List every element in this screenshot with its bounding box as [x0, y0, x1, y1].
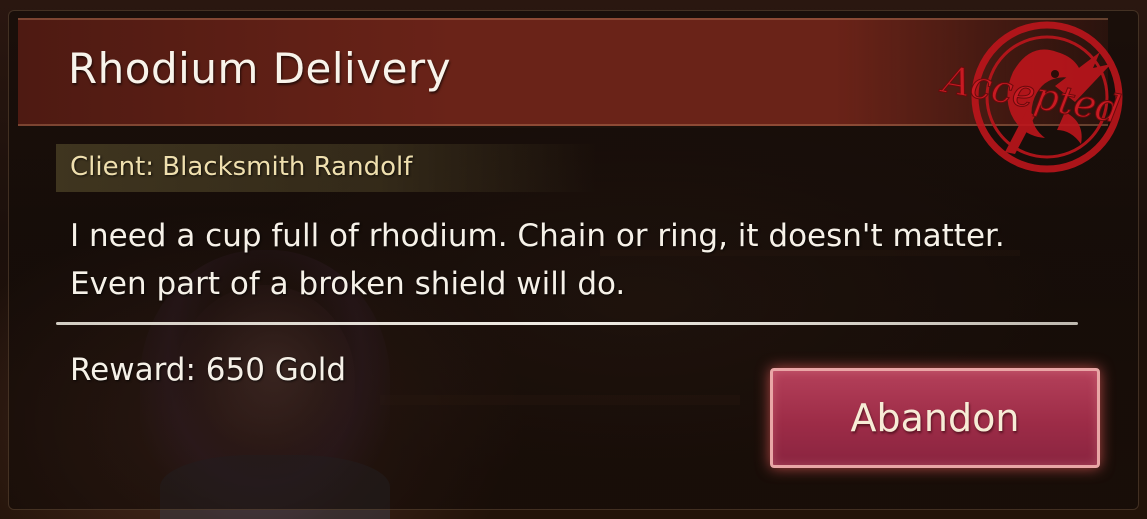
quest-title: Rhodium Delivery [68, 44, 452, 93]
abandon-button[interactable]: Abandon [770, 368, 1100, 468]
divider [56, 322, 1078, 325]
quest-description: I need a cup full of rhodium. Chain or r… [70, 218, 1005, 302]
quest-screen: Rhodium Delivery Client: Blacksmith Rand… [0, 0, 1147, 519]
abandon-button-label: Abandon [850, 396, 1020, 440]
quest-client: Client: Blacksmith Randolf [70, 152, 413, 182]
dragon-seal-icon: Accepted [937, 21, 1124, 173]
quest-reward: Reward: 650 Gold [70, 352, 347, 388]
